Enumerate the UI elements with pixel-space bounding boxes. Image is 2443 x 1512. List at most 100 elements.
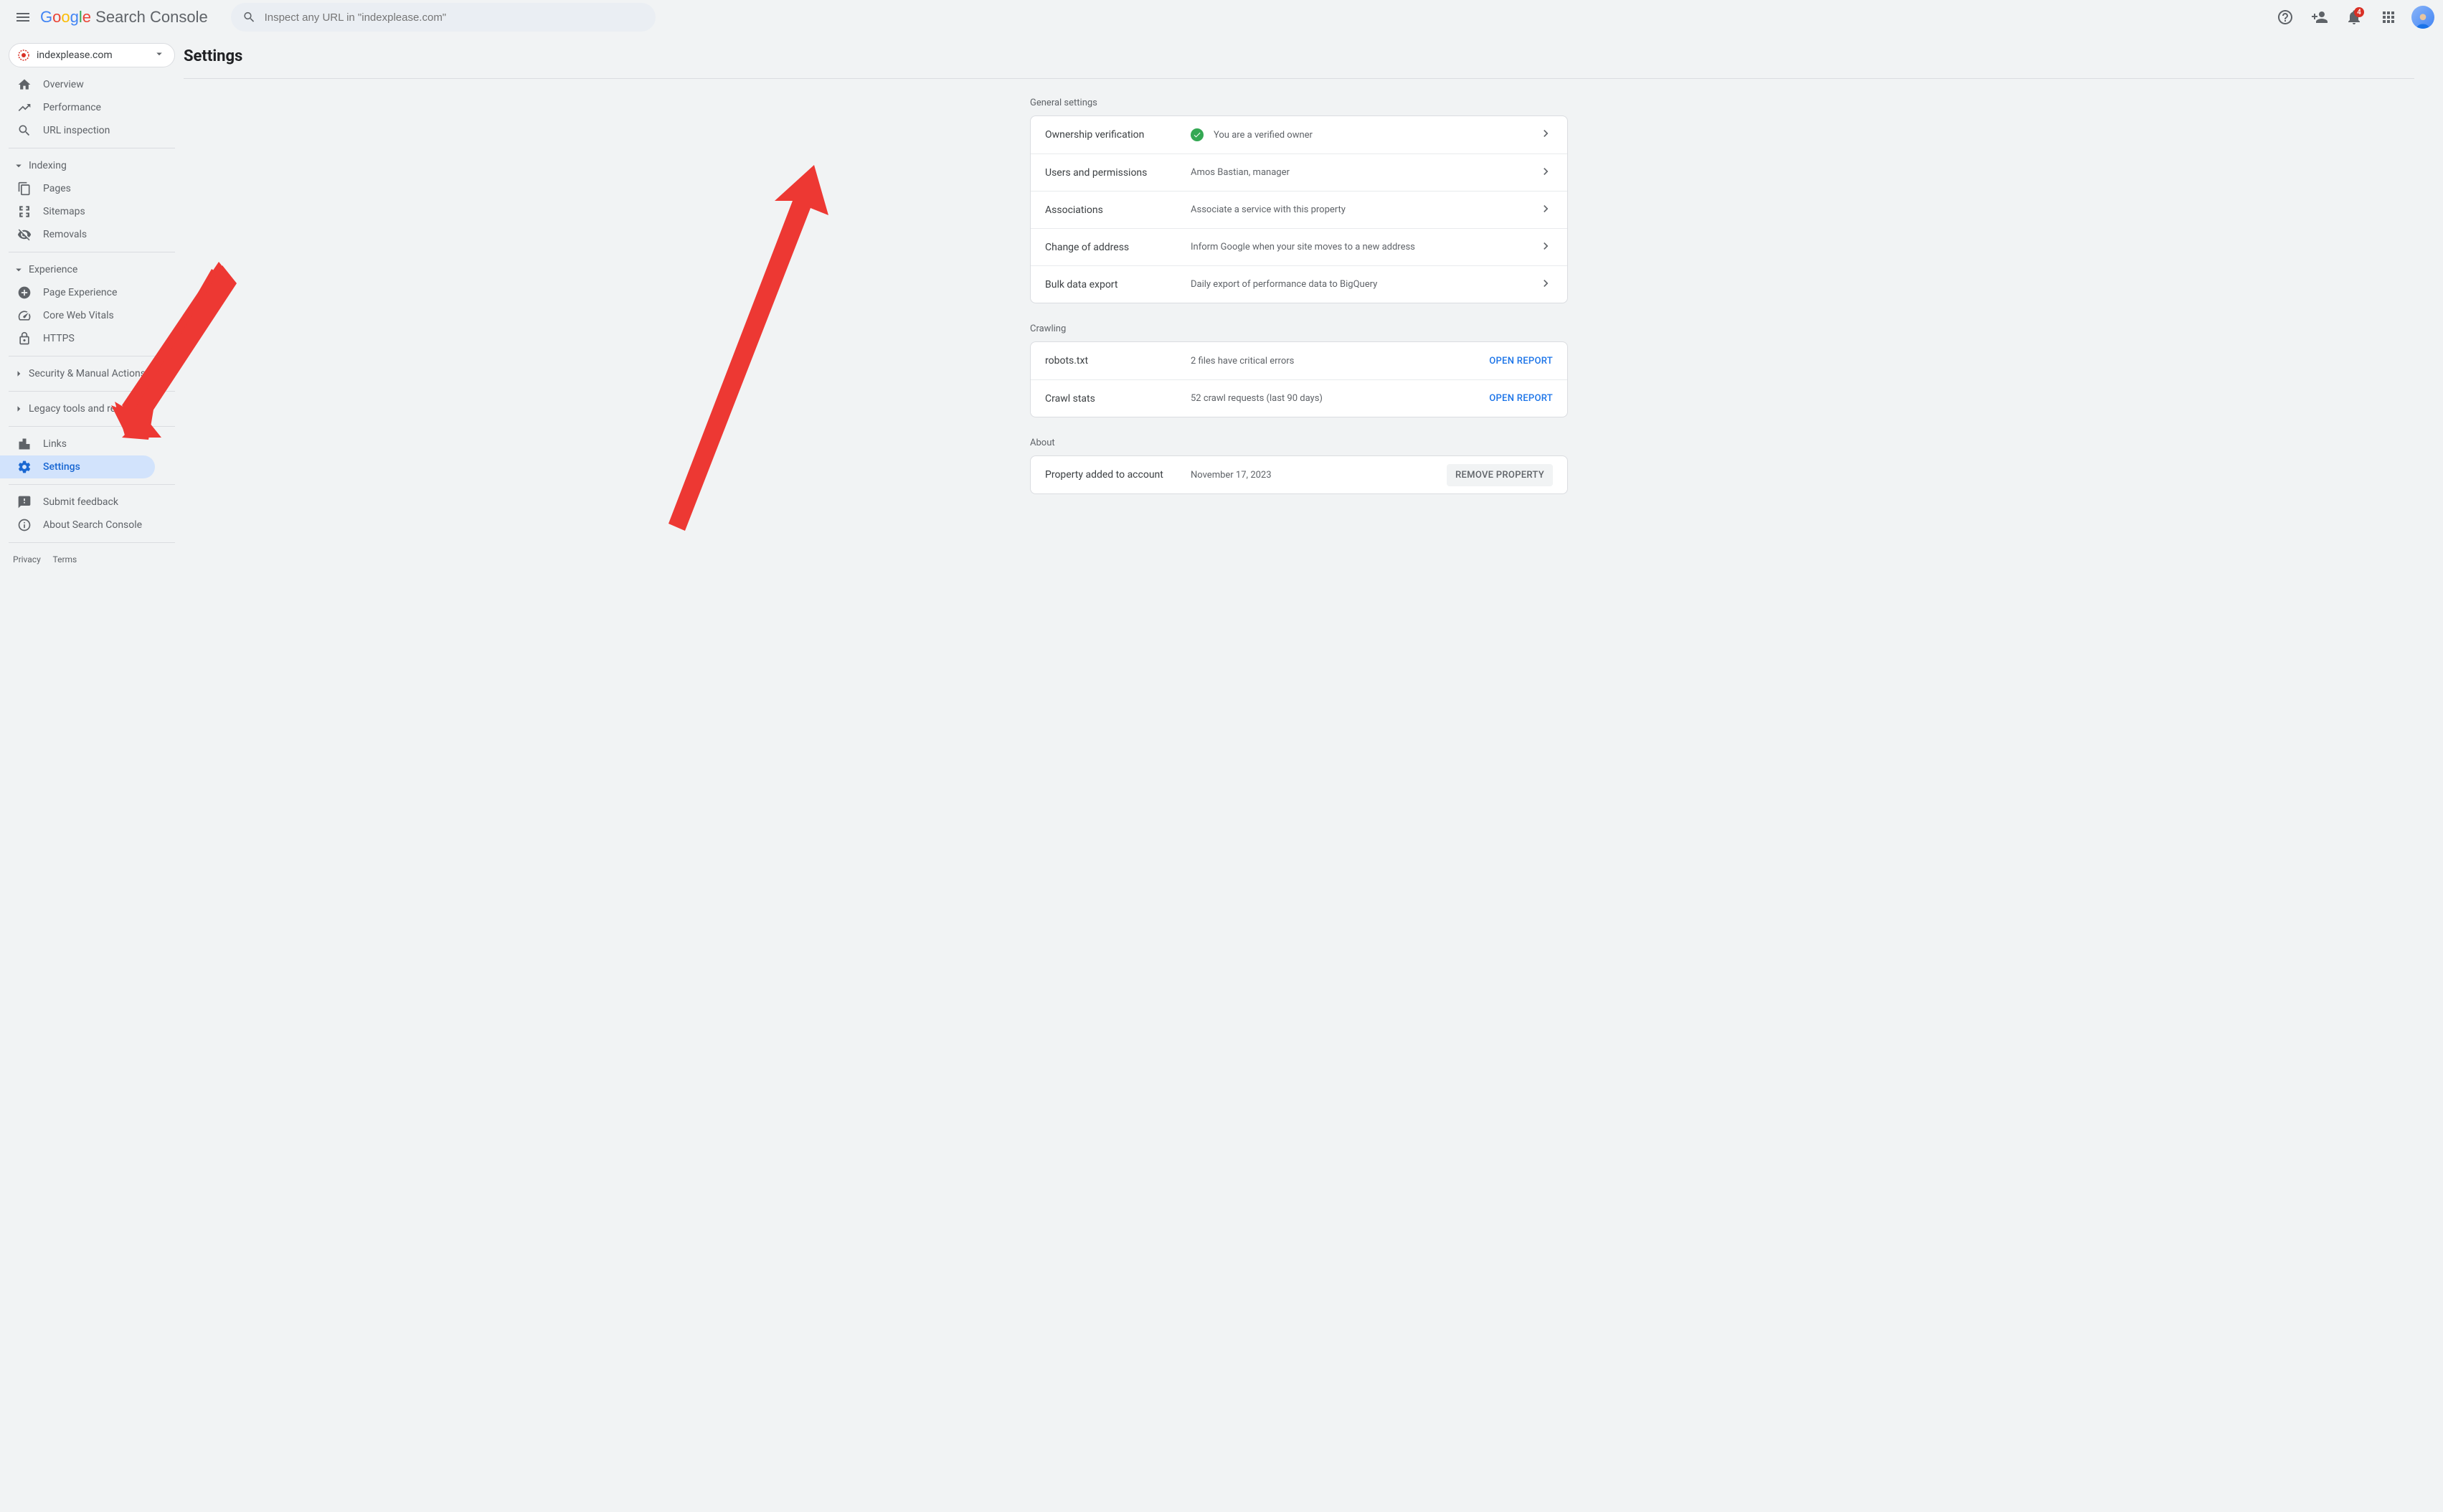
sidebar-item-links[interactable]: Links [0, 433, 155, 455]
about-card: Property added to account November 17, 2… [1030, 455, 1568, 494]
row-label: Ownership verification [1045, 129, 1191, 141]
row-detail: Inform Google when your site moves to a … [1191, 242, 1539, 252]
sidebar-item-about[interactable]: About Search Console [0, 514, 155, 537]
home-icon [17, 77, 32, 92]
section-label: Experience [29, 264, 77, 275]
sidebar-item-settings[interactable]: Settings [0, 455, 155, 478]
search-icon [17, 123, 32, 138]
check-icon [1191, 128, 1204, 141]
sidebar-section-indexing[interactable]: Indexing [0, 154, 184, 177]
section-about: About [1030, 433, 1568, 455]
section-label: Legacy tools and reports [29, 403, 139, 415]
sidebar-item-core-web-vitals[interactable]: Core Web Vitals [0, 304, 155, 327]
property-selector[interactable]: indexplease.com [9, 43, 175, 67]
row-label: Crawl stats [1045, 393, 1191, 405]
row-label: Bulk data export [1045, 279, 1191, 290]
chevron-right-icon [1539, 276, 1553, 293]
row-associations[interactable]: Associations Associate a service with th… [1031, 191, 1567, 228]
crawling-card: robots.txt 2 files have critical errors … [1030, 341, 1568, 417]
sidebar-item-removals[interactable]: Removals [0, 223, 155, 246]
nav-label: Links [43, 438, 67, 450]
notification-badge: 4 [2354, 7, 2364, 17]
chevron-down-icon [11, 159, 26, 172]
notifications-icon[interactable]: 4 [2340, 3, 2368, 32]
chevron-right-icon [11, 367, 26, 380]
row-bulk-export[interactable]: Bulk data export Daily export of perform… [1031, 265, 1567, 303]
main-content: Settings General settings Ownership veri… [184, 34, 2443, 582]
general-settings-card: Ownership verification You are a verifie… [1030, 115, 1568, 303]
circle-plus-icon [17, 285, 32, 300]
section-label: Security & Manual Actions [29, 368, 146, 379]
nav-label: About Search Console [43, 519, 142, 531]
row-crawl-stats[interactable]: Crawl stats 52 crawl requests (last 90 d… [1031, 379, 1567, 417]
row-label: Change of address [1045, 242, 1191, 253]
menu-icon[interactable] [9, 3, 37, 32]
help-icon[interactable] [2271, 3, 2300, 32]
row-label: Associations [1045, 204, 1191, 216]
links-icon [17, 437, 32, 451]
sidebar-item-feedback[interactable]: Submit feedback [0, 491, 155, 514]
row-change-address[interactable]: Change of address Inform Google when you… [1031, 228, 1567, 265]
chevron-right-icon [11, 402, 26, 415]
nav-label: Pages [43, 183, 71, 194]
dropdown-icon [153, 47, 166, 63]
nav-label: Removals [43, 229, 87, 240]
info-icon [17, 518, 32, 532]
page-title: Settings [184, 34, 2414, 78]
apps-icon[interactable] [2374, 3, 2403, 32]
sidebar-section-experience[interactable]: Experience [0, 258, 184, 281]
row-users[interactable]: Users and permissions Amos Bastian, mana… [1031, 153, 1567, 191]
privacy-link[interactable]: Privacy [13, 554, 41, 564]
product-logo[interactable]: Google Search Console [40, 8, 208, 27]
sidebar-item-https[interactable]: HTTPS [0, 327, 155, 350]
row-detail: Amos Bastian, manager [1191, 167, 1539, 178]
nav-label: Overview [43, 79, 84, 90]
row-detail: You are a verified owner [1214, 130, 1313, 141]
chevron-right-icon [1539, 202, 1553, 219]
nav-label: URL inspection [43, 125, 110, 136]
search-input[interactable] [265, 11, 644, 24]
sidebar-section-legacy[interactable]: Legacy tools and reports [0, 397, 184, 420]
hide-icon [17, 227, 32, 242]
row-property-added: Property added to account November 17, 2… [1031, 456, 1567, 493]
sidebar-item-page-experience[interactable]: Page Experience [0, 281, 155, 304]
section-label: Indexing [29, 160, 67, 171]
nav-label: Performance [43, 102, 101, 113]
terms-link[interactable]: Terms [53, 554, 77, 564]
product-name: Search Console [95, 8, 208, 27]
open-report-button[interactable]: OPEN REPORT [1489, 393, 1553, 404]
sitemap-icon [17, 204, 32, 219]
sidebar-item-sitemaps[interactable]: Sitemaps [0, 200, 155, 223]
sidebar-item-performance[interactable]: Performance [0, 96, 155, 119]
row-robots[interactable]: robots.txt 2 files have critical errors … [1031, 342, 1567, 379]
sidebar: indexplease.com Overview Performance URL… [0, 34, 184, 582]
row-ownership[interactable]: Ownership verification You are a verifie… [1031, 116, 1567, 153]
nav-label: Sitemaps [43, 206, 85, 217]
speed-icon [17, 308, 32, 323]
nav-label: Submit feedback [43, 496, 118, 508]
add-user-icon[interactable] [2305, 3, 2334, 32]
row-detail: Associate a service with this property [1191, 204, 1539, 215]
lock-icon [17, 331, 32, 346]
nav-label: Core Web Vitals [43, 310, 114, 321]
nav-label: Settings [43, 461, 80, 473]
remove-property-button[interactable]: REMOVE PROPERTY [1447, 464, 1553, 486]
sidebar-item-pages[interactable]: Pages [0, 177, 155, 200]
row-label: Property added to account [1045, 469, 1191, 481]
url-inspection-search[interactable] [231, 3, 656, 32]
gear-icon [17, 460, 32, 474]
row-label: Users and permissions [1045, 167, 1191, 179]
row-detail: Daily export of performance data to BigQ… [1191, 279, 1539, 290]
row-detail: November 17, 2023 [1191, 470, 1447, 481]
section-crawling: Crawling [1030, 319, 1568, 341]
sidebar-item-url-inspection[interactable]: URL inspection [0, 119, 155, 142]
account-avatar[interactable] [2411, 6, 2434, 29]
sidebar-item-overview[interactable]: Overview [0, 73, 155, 96]
row-detail: 52 crawl requests (last 90 days) [1191, 393, 1489, 404]
chevron-right-icon [1539, 239, 1553, 256]
trend-icon [17, 100, 32, 115]
sidebar-section-security[interactable]: Security & Manual Actions [0, 362, 184, 385]
open-report-button[interactable]: OPEN REPORT [1489, 356, 1553, 367]
row-label: robots.txt [1045, 355, 1191, 367]
feedback-icon [17, 495, 32, 509]
